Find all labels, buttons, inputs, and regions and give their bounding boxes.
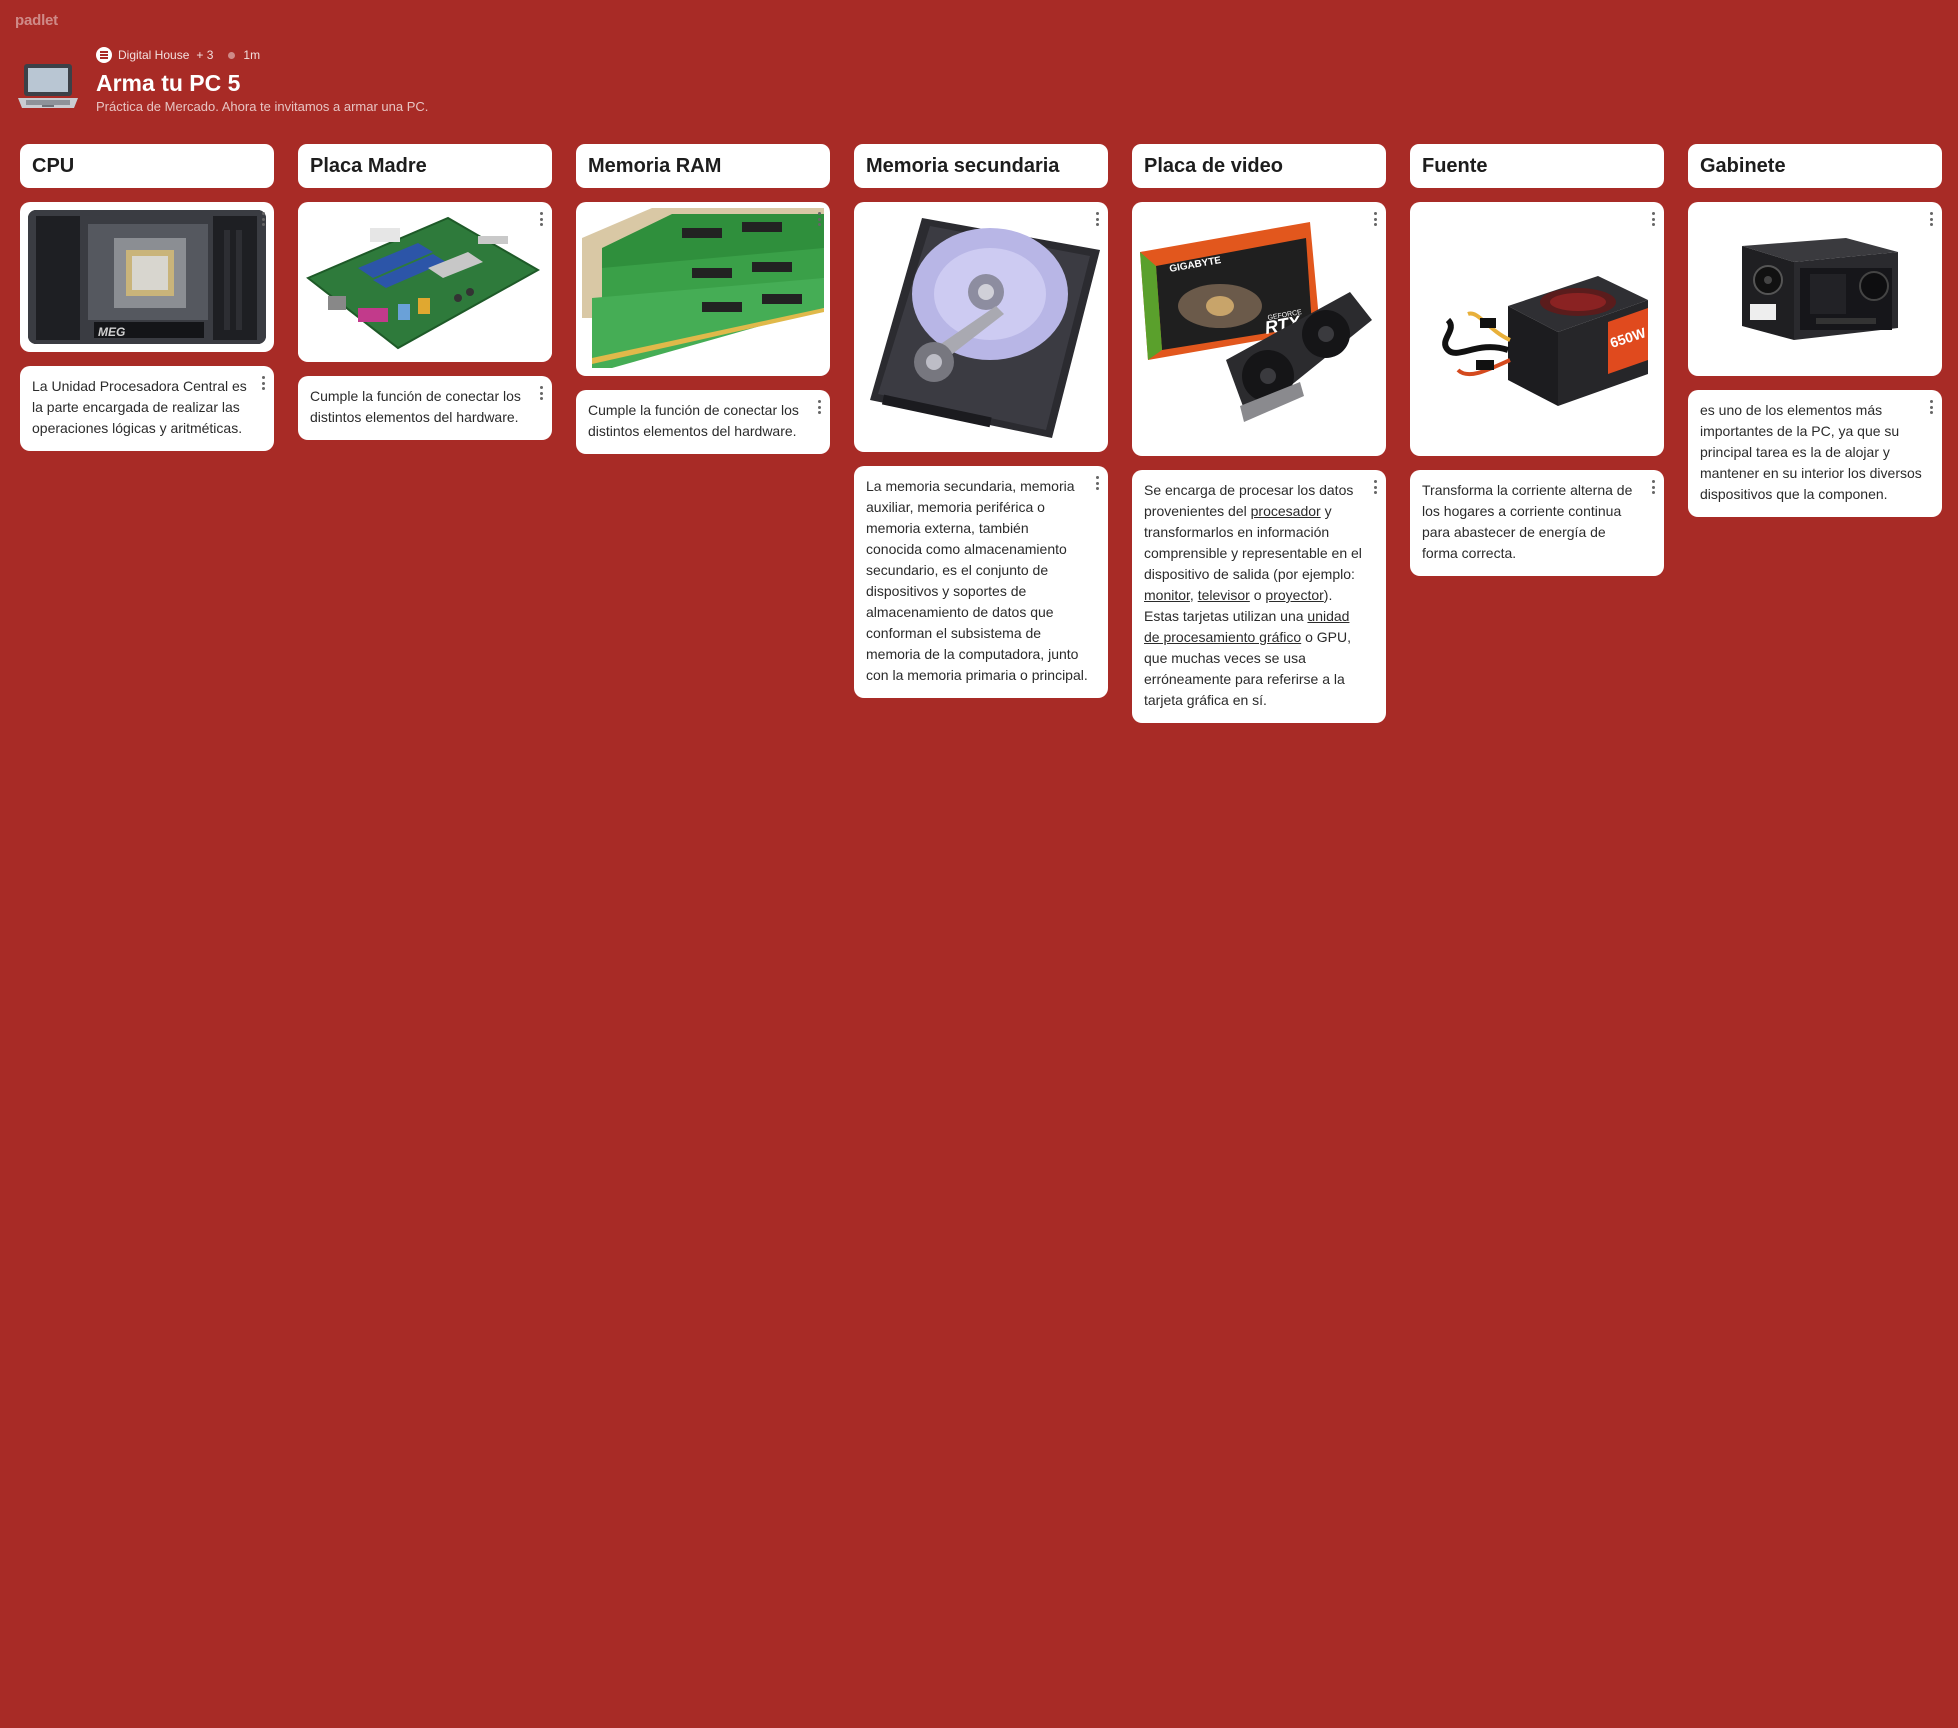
post-text-card[interactable]: Cumple la función de conectar los distin…: [576, 390, 830, 454]
motherboard-image: [298, 208, 552, 358]
board-meta: Digital House + 3 1m: [96, 46, 796, 64]
post-text-card[interactable]: La memoria secundaria, memoria auxiliar,…: [854, 466, 1108, 698]
pc-case-image: [1696, 210, 1934, 368]
column-title[interactable]: CPU: [20, 144, 274, 188]
post-menu-button[interactable]: [1651, 212, 1655, 226]
post-menu-button[interactable]: [817, 400, 821, 414]
post-menu-button[interactable]: [817, 212, 821, 226]
post-menu-button[interactable]: [1095, 212, 1099, 226]
column-placa-de-video: Placa de video GIGABYTE GEFORCE RTX Se e…: [1132, 144, 1386, 723]
svg-text:MEG: MEG: [98, 325, 125, 339]
post-menu-button[interactable]: [1373, 480, 1377, 494]
post-body: Cumple la función de conectar los distin…: [588, 402, 799, 439]
post-text-card[interactable]: Transforma la corriente alterna de los h…: [1410, 470, 1664, 576]
post-image-card[interactable]: [1688, 202, 1942, 376]
post-body: es uno de los elementos más importantes …: [1700, 402, 1922, 502]
post-menu-button[interactable]: [1373, 212, 1377, 226]
column-title[interactable]: Fuente: [1410, 144, 1664, 188]
link-monitor[interactable]: monitor: [1144, 587, 1190, 603]
post-body: La memoria secundaria, memoria auxiliar,…: [866, 478, 1088, 683]
post-image-card[interactable]: GIGABYTE GEFORCE RTX: [1132, 202, 1386, 456]
cpu-motherboard-image: MEG: [28, 210, 266, 344]
board-title: Arma tu PC 5: [96, 70, 241, 96]
owner-name[interactable]: Digital House: [118, 48, 189, 62]
column-cpu: CPU MEG La Unidad Procesadora Central es…: [20, 144, 274, 451]
post-image-card[interactable]: [854, 202, 1108, 452]
laptop-icon: [18, 64, 78, 108]
post-menu-button[interactable]: [1651, 480, 1655, 494]
post-menu-button[interactable]: [539, 386, 543, 400]
column-gabinete: Gabinete es uno de los elementos más imp…: [1688, 144, 1942, 517]
post-menu-button[interactable]: [261, 212, 265, 226]
link-proyector[interactable]: proyector: [1265, 587, 1323, 603]
column-title[interactable]: Placa de video: [1132, 144, 1386, 188]
post-body: Transforma la corriente alterna de los h…: [1422, 482, 1633, 561]
owner-avatar[interactable]: [96, 47, 112, 63]
post-body: La Unidad Procesadora Central es la part…: [32, 378, 247, 436]
post-menu-button[interactable]: [539, 212, 543, 226]
post-image-card[interactable]: 650W: [1410, 202, 1664, 456]
column-title[interactable]: Memoria secundaria: [854, 144, 1108, 188]
post-menu-button[interactable]: [1095, 476, 1099, 490]
column-memoria-secundaria: Memoria secundaria La memoria secundaria…: [854, 144, 1108, 698]
activity-dot: [228, 51, 236, 59]
padlet-logo[interactable]: padlet: [15, 12, 58, 29]
post-menu-button[interactable]: [1929, 212, 1933, 226]
post-body: Cumple la función de conectar los distin…: [310, 388, 521, 425]
column-title[interactable]: Gabinete: [1688, 144, 1942, 188]
post-body: Se encarga de procesar los datos proveni…: [1144, 482, 1362, 708]
column-title[interactable]: Placa Madre: [298, 144, 552, 188]
link-televisor[interactable]: televisor: [1198, 587, 1250, 603]
column-placa-madre: Placa Madre Cumple la función de conecta…: [298, 144, 552, 440]
link-procesador[interactable]: procesador: [1251, 503, 1321, 519]
last-updated: 1m: [243, 48, 261, 62]
hard-drive-image: [862, 210, 1100, 444]
graphics-card-image: GIGABYTE GEFORCE RTX: [1140, 210, 1378, 448]
post-menu-button[interactable]: [1929, 400, 1933, 414]
column-fuente: Fuente 650W Transforma la corriente alte…: [1410, 144, 1664, 576]
post-image-card[interactable]: [298, 202, 552, 362]
contributors-count[interactable]: + 3: [196, 48, 213, 62]
post-text-card[interactable]: es uno de los elementos más importantes …: [1688, 390, 1942, 517]
column-memoria-ram: Memoria RAM Cumple la función de conecta…: [576, 144, 830, 454]
post-text-card[interactable]: Cumple la función de conectar los distin…: [298, 376, 552, 440]
power-supply-image: 650W: [1418, 210, 1656, 448]
post-image-card[interactable]: MEG: [20, 202, 274, 352]
post-text-card[interactable]: La Unidad Procesadora Central es la part…: [20, 366, 274, 451]
post-menu-button[interactable]: [261, 376, 265, 390]
column-title[interactable]: Memoria RAM: [576, 144, 830, 188]
board-subtitle: Práctica de Mercado. Ahora te invitamos …: [96, 99, 429, 114]
ram-modules-image: [582, 208, 824, 370]
post-text-card[interactable]: Se encarga de procesar los datos proveni…: [1132, 470, 1386, 723]
post-image-card[interactable]: [576, 202, 830, 376]
